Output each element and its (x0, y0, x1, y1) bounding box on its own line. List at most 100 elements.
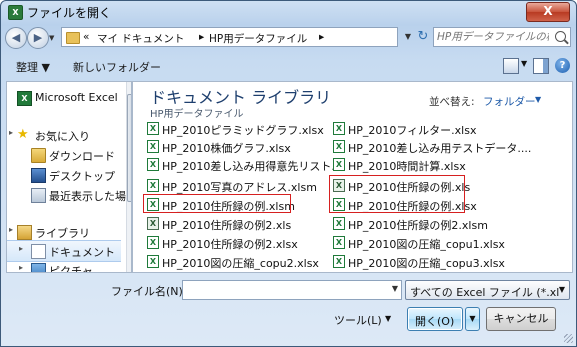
highlight-box-right (329, 175, 465, 213)
breadcrumb-overflow[interactable]: « (83, 31, 89, 43)
title-bar: X ファイルを開く X (1, 1, 576, 23)
file-name: HP_2010ピラミッドグラフ.xlsx (162, 124, 324, 137)
file-name: HP_2010時間計算.xlsx (348, 160, 466, 173)
downloads-icon (31, 148, 46, 163)
breadcrumb-my-documents[interactable]: マイ ドキュメント (97, 31, 184, 46)
chevron-down-icon[interactable]: ▼ (392, 284, 398, 293)
close-button[interactable]: X (526, 2, 570, 22)
search-box[interactable] (433, 27, 571, 47)
tools-button[interactable]: ツール(L) (334, 312, 382, 328)
arrange-by-dropdown[interactable]: フォルダー (483, 94, 536, 109)
recent-locations-dropdown[interactable]: ▼ (49, 34, 54, 42)
sidebar-item-microsoft-excel[interactable]: X Microsoft Excel (7, 88, 121, 108)
sidebar-item-label: デスクトップ (49, 170, 115, 183)
expand-arrow-icon[interactable]: ▸ (19, 244, 23, 253)
file-type-value: すべての Excel ファイル (*.xl (410, 286, 560, 299)
recent-places-icon (31, 188, 46, 203)
library-icon (17, 225, 32, 240)
change-view-icon[interactable] (503, 58, 519, 74)
sidebar-item-recent-places[interactable]: 最近表示した場所 (7, 185, 131, 205)
file-name: HP_2010図の圧縮_copu3.xlsx (348, 257, 505, 270)
sidebar-item-label: Microsoft Excel (35, 91, 118, 104)
file-list-pane: ドキュメント ライブラリ HP用データファイル 並べ替え: フォルダー ▼ XH… (132, 81, 573, 273)
excel-file-icon: X (333, 217, 345, 230)
file-name: HP_2010差し込み用テストデータ.... (348, 142, 532, 155)
file-name: HP_2010株価グラフ.xlsx (162, 142, 291, 155)
breadcrumb-hp-data[interactable]: HP用データファイル (209, 31, 307, 46)
search-input[interactable] (437, 29, 549, 45)
chevron-down-icon[interactable]: ▼ (535, 95, 541, 104)
excel-file-icon: X (147, 158, 159, 171)
sidebar-item-label: 最近表示した場所 (49, 190, 132, 203)
organize-button[interactable]: 整理 ▼ (16, 59, 50, 75)
sidebar-item-label: ドキュメント (49, 246, 115, 259)
cancel-button[interactable]: キャンセル (486, 307, 556, 331)
excel-file-icon: X (333, 158, 345, 171)
expand-arrow-icon[interactable]: ▸ (19, 263, 23, 272)
documents-icon (31, 244, 46, 259)
file-name: HP_2010図の圧縮_copu2.xlsx (162, 257, 319, 270)
excel-file-icon: X (147, 122, 159, 135)
chevron-down-icon[interactable]: ▼ (385, 314, 391, 323)
file-name: HP_2010図の圧縮_copu1.xlsx (348, 238, 505, 251)
excel-file-icon: X (147, 217, 159, 230)
folder-icon (66, 32, 80, 44)
window-title: ファイルを開く (27, 6, 112, 20)
library-subtitle: HP用データファイル (150, 109, 244, 120)
expand-arrow-icon[interactable]: ▸ (9, 225, 13, 234)
pictures-icon (31, 263, 46, 272)
file-name: HP_2010住所録の例2.xlsx (162, 238, 298, 251)
excel-app-icon: X (8, 5, 23, 20)
arrange-by-label: 並べ替え: (429, 96, 475, 108)
navigation-pane: X Microsoft Excel ▸ ★ お気に入り ダウンロード デスクトッ… (6, 81, 132, 273)
address-bar[interactable]: « マイ ドキュメント ▸ HP用データファイル ▸ (61, 27, 398, 47)
file-name: HP_2010フィルター.xlsx (348, 124, 477, 137)
open-button-label: 開く(O) (415, 315, 455, 328)
navigation-bar: ◀ ▶ ▼ « マイ ドキュメント ▸ HP用データファイル ▸ ▼ ↻ (1, 25, 576, 53)
sidebar-item-downloads[interactable]: ダウンロード (7, 145, 121, 165)
sidebar-item-label: お気に入り (35, 130, 90, 143)
filename-input[interactable] (185, 282, 385, 298)
search-icon (555, 31, 566, 42)
back-button[interactable]: ◀ (5, 27, 27, 49)
sidebar-item-label: ピクチャ (49, 265, 93, 273)
help-icon[interactable]: ? (555, 58, 570, 73)
sidebar-item-libraries[interactable]: ▸ ライブラリ (7, 222, 121, 242)
sidebar-item-pictures[interactable]: ▸ ピクチャ (7, 260, 121, 273)
command-bar: 整理 ▼ 新しいフォルダー ▼ ? (1, 55, 576, 79)
refresh-icon[interactable]: ↻ (414, 27, 432, 47)
excel-file-icon: X (333, 140, 345, 153)
file-name: HP_2010住所録の例2.xls (162, 219, 292, 232)
star-icon: ★ (17, 127, 29, 142)
sidebar-item-favorites[interactable]: ▸ ★ お気に入り (7, 125, 121, 145)
file-name: HP_2010差し込み用得意先リスト.... (162, 160, 346, 173)
sidebar-item-label: ダウンロード (49, 150, 115, 163)
excel-file-icon: X (147, 236, 159, 249)
highlight-box-left (143, 194, 291, 213)
file-name: HP_2010写真のアドレス.xlsm (162, 181, 317, 194)
excel-file-icon: X (147, 140, 159, 153)
excel-file-icon: X (333, 122, 345, 135)
file-type-select[interactable]: すべての Excel ファイル (*.xl ▼ (405, 280, 570, 300)
view-options-dropdown[interactable]: ▼ (521, 59, 527, 68)
filename-field[interactable]: ▼ (182, 280, 402, 300)
preview-pane-icon[interactable] (533, 58, 549, 74)
excel-file-icon: X (333, 236, 345, 249)
excel-file-icon: X (147, 179, 159, 192)
file-name: HP_2010住所録の例2.xlsm (348, 219, 488, 232)
sidebar-item-documents[interactable]: ▸ ドキュメント (7, 240, 121, 262)
chevron-down-icon[interactable]: ▼ (559, 285, 565, 294)
open-file-dialog: X ファイルを開く X ◀ ▶ ▼ « マイ ドキュメント ▸ HP用データファ… (0, 0, 577, 347)
breadcrumb-separator[interactable]: ▸ (199, 31, 204, 43)
open-button[interactable]: 開く(O) (407, 307, 463, 331)
excel-file-icon: X (333, 255, 345, 268)
expand-arrow-icon[interactable]: ▸ (9, 128, 13, 137)
open-options-dropdown[interactable]: ▼ (465, 307, 480, 331)
forward-button[interactable]: ▶ (27, 27, 49, 49)
breadcrumb-separator[interactable]: ▸ (319, 31, 324, 43)
new-folder-button[interactable]: 新しいフォルダー (73, 59, 161, 75)
address-dropdown[interactable]: ▼ (401, 27, 415, 47)
desktop-icon (31, 168, 46, 183)
sidebar-item-desktop[interactable]: デスクトップ (7, 165, 121, 185)
resize-grip-icon[interactable] (564, 334, 573, 343)
